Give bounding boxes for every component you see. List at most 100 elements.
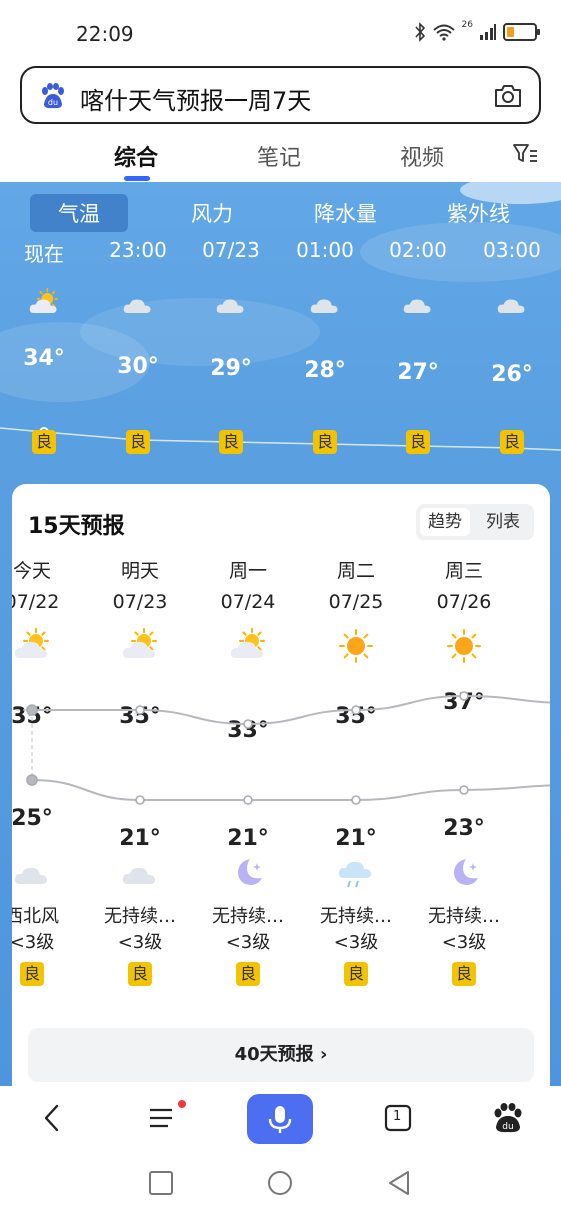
filter-icon[interactable]: [512, 142, 538, 166]
forecast-title: 15天预报: [28, 514, 125, 539]
home-icon[interactable]: [263, 1166, 297, 1200]
recent-apps-icon[interactable]: [144, 1166, 178, 1200]
hour-time: 03:00: [483, 238, 541, 262]
day-item[interactable]: 周一 07/24 33° 21° 无持续… <3级良: [198, 556, 298, 986]
tab-comprehensive[interactable]: 综合: [114, 140, 158, 172]
air-quality-badge: 良: [344, 962, 368, 986]
wifi-icon: [432, 24, 455, 41]
day-low-temperature: 21°: [335, 826, 377, 851]
camera-icon[interactable]: [493, 82, 523, 110]
metric-tab-uv[interactable]: 紫外线: [447, 198, 510, 228]
back-icon[interactable]: [30, 1096, 74, 1140]
hourly-item[interactable]: 03:00 26° 良: [472, 238, 552, 454]
sun-icon: [444, 628, 484, 664]
hour-time: 07/23: [202, 238, 260, 262]
toggle-trend[interactable]: 趋势: [420, 508, 470, 536]
day-wind-level: <3级: [333, 932, 379, 953]
status-time: 22:09: [76, 22, 134, 46]
baidu-home-icon[interactable]: du: [486, 1096, 530, 1140]
day-date: 07/23: [112, 591, 168, 613]
air-quality-badge: 良: [20, 962, 44, 986]
day-item[interactable]: 周三 07/26 37° 23° 无持续… <3级良: [414, 556, 514, 986]
day-name: 周三: [444, 560, 483, 582]
air-quality-badge: 良: [500, 430, 524, 454]
high-temp-point: [351, 705, 361, 715]
battery-level: [507, 27, 514, 37]
hourly-forecast[interactable]: 现在 34° 良 23:00 30° 良 07/23 29° 良 01:00 28° 良 02:00 27…: [0, 238, 561, 468]
hour-temperature: 26°: [491, 362, 533, 387]
active-tab-indicator: [124, 176, 150, 181]
day-date: [522, 586, 550, 608]
day-wind-level: <3级: [441, 932, 487, 953]
menu-notification-dot: [178, 1100, 186, 1108]
hourly-item[interactable]: 07/23 29° 良: [191, 238, 271, 454]
high-temp-point: [135, 705, 145, 715]
hourly-item[interactable]: 23:00 30° 良: [98, 238, 178, 454]
air-quality-badge: 良: [452, 962, 476, 986]
forecast-40-day-button[interactable]: 40天预报 ›: [28, 1028, 534, 1082]
back-nav-icon[interactable]: [382, 1166, 416, 1200]
daily-temperature-lines: [16, 691, 550, 805]
day-wind-level: <3级: [225, 932, 271, 953]
partly-sunny-icon: [26, 288, 62, 318]
day-item[interactable]: 明天 07/23 35° 21° 无持续… <3级良: [90, 556, 190, 986]
day-name: 周一: [228, 560, 267, 582]
rain-cloud-icon: [336, 854, 376, 890]
day-date: 07/24: [220, 591, 276, 613]
hourly-item[interactable]: 02:00 27° 良: [378, 238, 458, 454]
hour-temperature: 30°: [117, 354, 159, 379]
day-wind-direction: 西北风: [12, 906, 59, 927]
tabs-count: 1: [393, 1109, 402, 1124]
metric-tab-temperature[interactable]: 气温: [30, 194, 128, 232]
partly-sunny-icon: [120, 628, 160, 664]
low-temp-point: [135, 795, 145, 805]
hour-temperature: 28°: [304, 358, 346, 383]
day-item[interactable]: 今天07/2235°25°西北风<3级良: [12, 556, 82, 986]
day-name: 今天: [12, 560, 51, 582]
metric-tab-precipitation[interactable]: 降水量: [314, 198, 377, 228]
cloud-icon: [120, 854, 160, 890]
hourly-item[interactable]: 现在 34° 良: [4, 238, 84, 454]
weather-panel: 气温 风力 降水量 紫外线 现在 34° 良 23:00 30° 良 07/23 29° 良 01…: [0, 182, 561, 1086]
cloud-icon: [213, 288, 249, 318]
day-wind-direction: 无持续…: [320, 906, 392, 927]
day-wind-level: <3级: [117, 932, 163, 953]
battery-icon: [503, 23, 540, 41]
network-type: 26: [461, 20, 473, 30]
day-low-temperature: 21°: [119, 826, 161, 851]
baidu-paw-icon[interactable]: du: [38, 82, 66, 110]
cloud-icon: [494, 288, 530, 318]
bottom-toolbar: 1 du: [0, 1086, 561, 1152]
toggle-list[interactable]: 列表: [478, 508, 528, 536]
air-quality-badge: 良: [219, 430, 243, 454]
search-bar[interactable]: du 喀什天气预报一周7天: [20, 66, 541, 124]
low-temp-point: [459, 785, 469, 795]
signal-icon: [480, 24, 496, 40]
voice-search-button[interactable]: [247, 1094, 313, 1144]
tab-videos[interactable]: 视频: [400, 140, 444, 172]
status-icons: 26: [414, 20, 540, 42]
svg-text:du: du: [48, 98, 58, 107]
search-query[interactable]: 喀什天气预报一周7天: [80, 81, 311, 116]
day-name: 明天: [120, 560, 159, 582]
tab-notes[interactable]: 笔记: [257, 140, 301, 172]
microphone-icon: [268, 1106, 292, 1133]
hourly-item[interactable]: 01:00 28° 良: [285, 238, 365, 454]
day-item[interactable]: 周二 07/25 35° 21° 无持续… <3级良: [306, 556, 406, 986]
high-temp-point: [243, 719, 253, 729]
hour-temperature: 27°: [397, 360, 439, 385]
hour-time: 01:00: [296, 238, 354, 262]
day-item[interactable]: 无: [522, 556, 550, 608]
cloud-icon: [307, 288, 343, 318]
metric-tab-wind[interactable]: 风力: [191, 198, 233, 228]
moon-icon: [228, 854, 268, 890]
day-low-temperature: 21°: [227, 826, 269, 851]
hour-temperature: 29°: [210, 356, 252, 381]
hourly-temperature-line: [0, 427, 561, 453]
forecast-card: 15天预报 趋势 列表 今天07/2235°25°西北风<3级良明天07/233…: [12, 484, 550, 1086]
bluetooth-icon: [414, 22, 425, 42]
day-date: 07/25: [328, 591, 384, 613]
low-temp-curve: [31, 779, 550, 801]
low-temp-point: [243, 795, 253, 805]
cloud-icon: [400, 288, 436, 318]
